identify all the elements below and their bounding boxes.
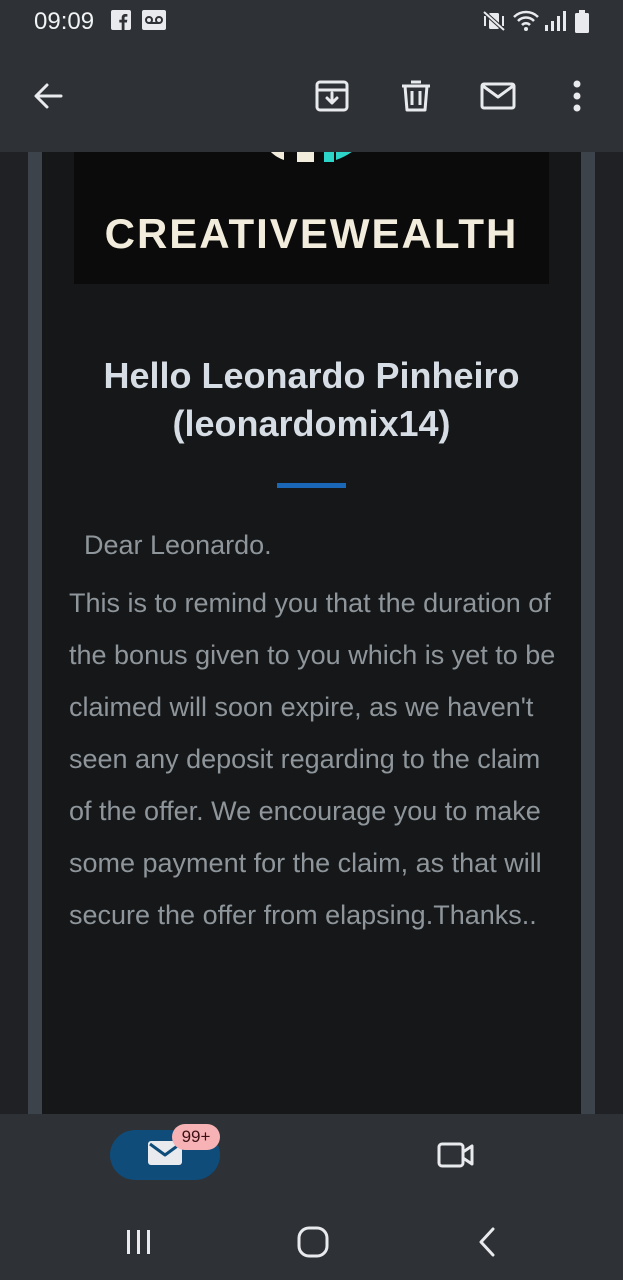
mail-badge: 99+ [172, 1124, 220, 1150]
archive-icon[interactable] [304, 68, 360, 124]
mark-unread-icon[interactable] [470, 68, 526, 124]
brand-name: CREATIVEWEALTH [104, 210, 519, 257]
brand-logo-icon [270, 152, 352, 162]
email-body[interactable]: CREATIVEWEALTH Hello Leonardo Pinheiro (… [0, 152, 623, 1114]
status-time: 09:09 [34, 8, 95, 35]
email-message: This is to remind you that the duration … [69, 588, 556, 930]
delete-icon[interactable] [388, 68, 444, 124]
signal-icon [544, 10, 566, 37]
email-frame-right [581, 152, 595, 1114]
email-greeting: Hello Leonardo Pinheiro (leonardomix14) [103, 355, 520, 444]
email-salutation: Dear Leonardo. [84, 530, 272, 560]
brand-banner: CREATIVEWEALTH [74, 152, 549, 284]
email-frame-left [28, 152, 42, 1114]
voicemail-icon [142, 10, 166, 35]
system-back-icon[interactable] [459, 1218, 515, 1266]
battery-icon [574, 10, 590, 39]
title-divider [277, 483, 346, 488]
wifi-icon [512, 10, 540, 37]
system-nav [0, 1204, 623, 1280]
home-icon[interactable] [285, 1218, 341, 1266]
back-arrow-icon[interactable] [20, 68, 76, 124]
facebook-icon [111, 10, 131, 35]
meet-tab[interactable] [428, 1134, 484, 1180]
app-bar [0, 44, 623, 152]
recent-apps-icon[interactable] [111, 1218, 167, 1266]
bottom-nav: 99+ [0, 1114, 623, 1204]
status-bar: 09:09 [0, 0, 623, 44]
mute-vibrate-icon [482, 10, 506, 37]
video-camera-icon [437, 1141, 475, 1174]
more-vert-icon[interactable] [549, 68, 605, 124]
